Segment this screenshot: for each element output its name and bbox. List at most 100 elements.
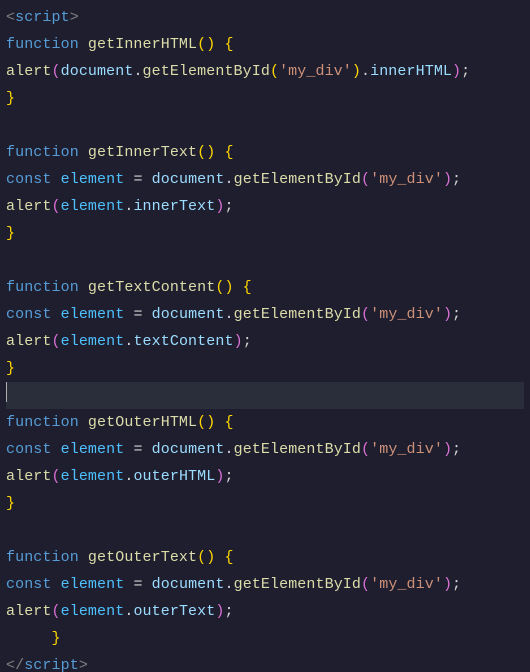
code-line[interactable]: } bbox=[6, 220, 524, 247]
code-token: . bbox=[133, 63, 142, 80]
code-line[interactable] bbox=[6, 517, 524, 544]
code-line[interactable]: } bbox=[6, 355, 524, 382]
code-token: = bbox=[133, 441, 142, 458]
code-token: ) bbox=[443, 306, 452, 323]
code-token: element bbox=[61, 198, 125, 215]
code-token: () bbox=[197, 414, 215, 431]
code-line[interactable] bbox=[6, 247, 524, 274]
code-token: } bbox=[52, 630, 61, 647]
code-token: 'my_div' bbox=[370, 441, 443, 458]
code-token: getElementById bbox=[234, 576, 361, 593]
code-line[interactable]: } bbox=[6, 85, 524, 112]
code-editor[interactable]: <script>function getInnerHTML() {alert(d… bbox=[0, 0, 530, 672]
cursor bbox=[6, 382, 7, 402]
code-token: alert bbox=[6, 198, 52, 215]
code-token: const bbox=[6, 306, 52, 323]
code-token bbox=[52, 441, 61, 458]
code-token: ) bbox=[452, 63, 461, 80]
code-token bbox=[79, 144, 88, 161]
code-line[interactable]: alert(element.textContent); bbox=[6, 328, 524, 355]
code-token bbox=[6, 630, 52, 647]
code-token: ( bbox=[361, 306, 370, 323]
code-token: element bbox=[61, 171, 125, 188]
code-token: getElementById bbox=[234, 441, 361, 458]
code-token: function bbox=[6, 36, 79, 53]
code-token: ( bbox=[52, 468, 61, 485]
code-token: ) bbox=[443, 576, 452, 593]
code-token: ) bbox=[443, 171, 452, 188]
code-token: document bbox=[152, 171, 225, 188]
code-token bbox=[143, 441, 152, 458]
code-token: () bbox=[215, 279, 233, 296]
code-token: ; bbox=[243, 333, 252, 350]
code-token bbox=[52, 576, 61, 593]
code-line[interactable]: function getOuterText() { bbox=[6, 544, 524, 571]
code-token: outerText bbox=[133, 603, 215, 620]
code-token: getElementById bbox=[143, 63, 270, 80]
code-line[interactable]: function getTextContent() { bbox=[6, 274, 524, 301]
code-line[interactable]: const element = document.getElementById(… bbox=[6, 436, 524, 463]
code-token bbox=[143, 171, 152, 188]
code-token: getElementById bbox=[234, 171, 361, 188]
code-token: { bbox=[224, 144, 233, 161]
code-token: getOuterText bbox=[88, 549, 197, 566]
code-token: alert bbox=[6, 603, 52, 620]
code-token: getOuterHTML bbox=[88, 414, 197, 431]
code-token: } bbox=[6, 225, 15, 242]
code-token: { bbox=[224, 36, 233, 53]
code-token: ( bbox=[361, 171, 370, 188]
code-token: . bbox=[224, 441, 233, 458]
code-line[interactable]: alert(element.innerText); bbox=[6, 193, 524, 220]
code-line[interactable]: alert(element.outerText); bbox=[6, 598, 524, 625]
code-token: } bbox=[6, 90, 15, 107]
code-line[interactable]: } bbox=[6, 490, 524, 517]
code-token: . bbox=[224, 171, 233, 188]
code-line[interactable]: function getOuterHTML() { bbox=[6, 409, 524, 436]
code-line[interactable] bbox=[6, 112, 524, 139]
code-token: getElementById bbox=[234, 306, 361, 323]
code-line[interactable]: function getInnerText() { bbox=[6, 139, 524, 166]
code-line[interactable]: alert(document.getElementById('my_div').… bbox=[6, 58, 524, 85]
code-line[interactable]: const element = document.getElementById(… bbox=[6, 571, 524, 598]
code-token: { bbox=[224, 549, 233, 566]
code-token: } bbox=[6, 495, 15, 512]
code-token: = bbox=[133, 171, 142, 188]
code-token: () bbox=[197, 549, 215, 566]
code-token: document bbox=[152, 306, 225, 323]
code-line[interactable] bbox=[6, 382, 524, 409]
code-line[interactable]: const element = document.getElementById(… bbox=[6, 166, 524, 193]
code-token: = bbox=[133, 306, 142, 323]
code-token: () bbox=[197, 36, 215, 53]
code-token: document bbox=[61, 63, 134, 80]
code-token: getInnerText bbox=[88, 144, 197, 161]
code-token: alert bbox=[6, 63, 52, 80]
code-line[interactable]: <script> bbox=[6, 4, 524, 31]
code-token: ; bbox=[452, 576, 461, 593]
code-token: alert bbox=[6, 468, 52, 485]
code-token: textContent bbox=[133, 333, 233, 350]
code-token: ; bbox=[452, 441, 461, 458]
code-token: document bbox=[152, 441, 225, 458]
code-token bbox=[79, 549, 88, 566]
code-line[interactable]: </script> bbox=[6, 652, 524, 672]
code-token: function bbox=[6, 549, 79, 566]
code-token: ; bbox=[452, 171, 461, 188]
code-token: ; bbox=[224, 198, 233, 215]
code-token: ( bbox=[52, 603, 61, 620]
code-line[interactable]: const element = document.getElementById(… bbox=[6, 301, 524, 328]
code-line[interactable]: } bbox=[6, 625, 524, 652]
code-token: element bbox=[61, 468, 125, 485]
code-token bbox=[79, 279, 88, 296]
code-token bbox=[52, 171, 61, 188]
code-token: ; bbox=[224, 468, 233, 485]
code-token: element bbox=[61, 333, 125, 350]
code-token: 'my_div' bbox=[370, 171, 443, 188]
code-token: } bbox=[6, 360, 15, 377]
code-token: const bbox=[6, 441, 52, 458]
code-token bbox=[52, 306, 61, 323]
code-token: . bbox=[224, 306, 233, 323]
code-line[interactable]: function getInnerHTML() { bbox=[6, 31, 524, 58]
code-token: document bbox=[152, 576, 225, 593]
code-token: ; bbox=[461, 63, 470, 80]
code-line[interactable]: alert(element.outerHTML); bbox=[6, 463, 524, 490]
